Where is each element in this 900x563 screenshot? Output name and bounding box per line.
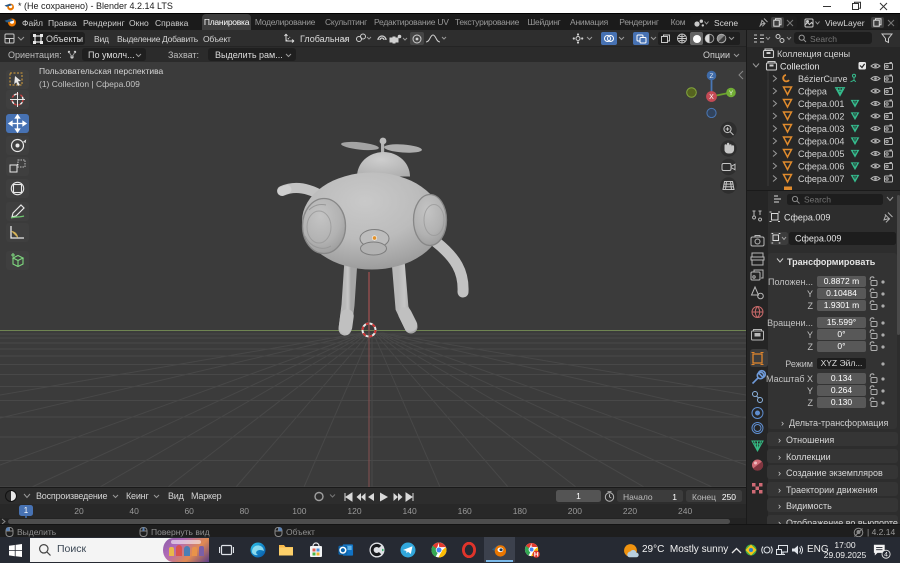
svg-text:160: 160 [458, 506, 472, 516]
svg-text:Трансформировать: Трансформировать [787, 257, 876, 267]
svg-text:140: 140 [403, 506, 417, 516]
svg-text:60: 60 [184, 506, 194, 516]
svg-text:Коллекция сцены: Коллекция сцены [777, 49, 850, 59]
svg-text:120: 120 [347, 506, 361, 516]
svg-text:20: 20 [74, 506, 84, 516]
svg-text:Z: Z [710, 73, 714, 80]
svg-text:X: X [709, 94, 714, 101]
svg-text:H: H [534, 552, 539, 558]
svg-text:Сфера.001: Сфера.001 [798, 99, 844, 109]
svg-text:40: 40 [129, 506, 139, 516]
svg-text:Collection: Collection [780, 62, 820, 72]
svg-text:Сфера.009: Сфера.009 [784, 213, 830, 223]
svg-text:Сфера: Сфера [798, 87, 827, 97]
svg-text:Сфера.003: Сфера.003 [798, 124, 844, 134]
svg-text:100: 100 [292, 506, 306, 516]
svg-text:240: 240 [678, 506, 692, 516]
svg-text:Сфера.009: Сфера.009 [795, 234, 841, 244]
svg-text:200: 200 [568, 506, 582, 516]
svg-text:Search: Search [804, 195, 831, 205]
svg-text:180: 180 [513, 506, 527, 516]
svg-text:BézierCurve: BézierCurve [798, 74, 848, 84]
svg-text:Y: Y [729, 90, 734, 97]
svg-text:Сфера.004: Сфера.004 [798, 137, 844, 147]
svg-text:4: 4 [884, 552, 888, 559]
svg-text:Сфера.002: Сфера.002 [798, 112, 844, 122]
svg-text:220: 220 [623, 506, 637, 516]
svg-text:Сфера.007: Сфера.007 [798, 174, 844, 184]
svg-text:Сфера.005: Сфера.005 [798, 149, 844, 159]
svg-text:80: 80 [240, 506, 250, 516]
svg-text:Сфера.006: Сфера.006 [798, 162, 844, 172]
